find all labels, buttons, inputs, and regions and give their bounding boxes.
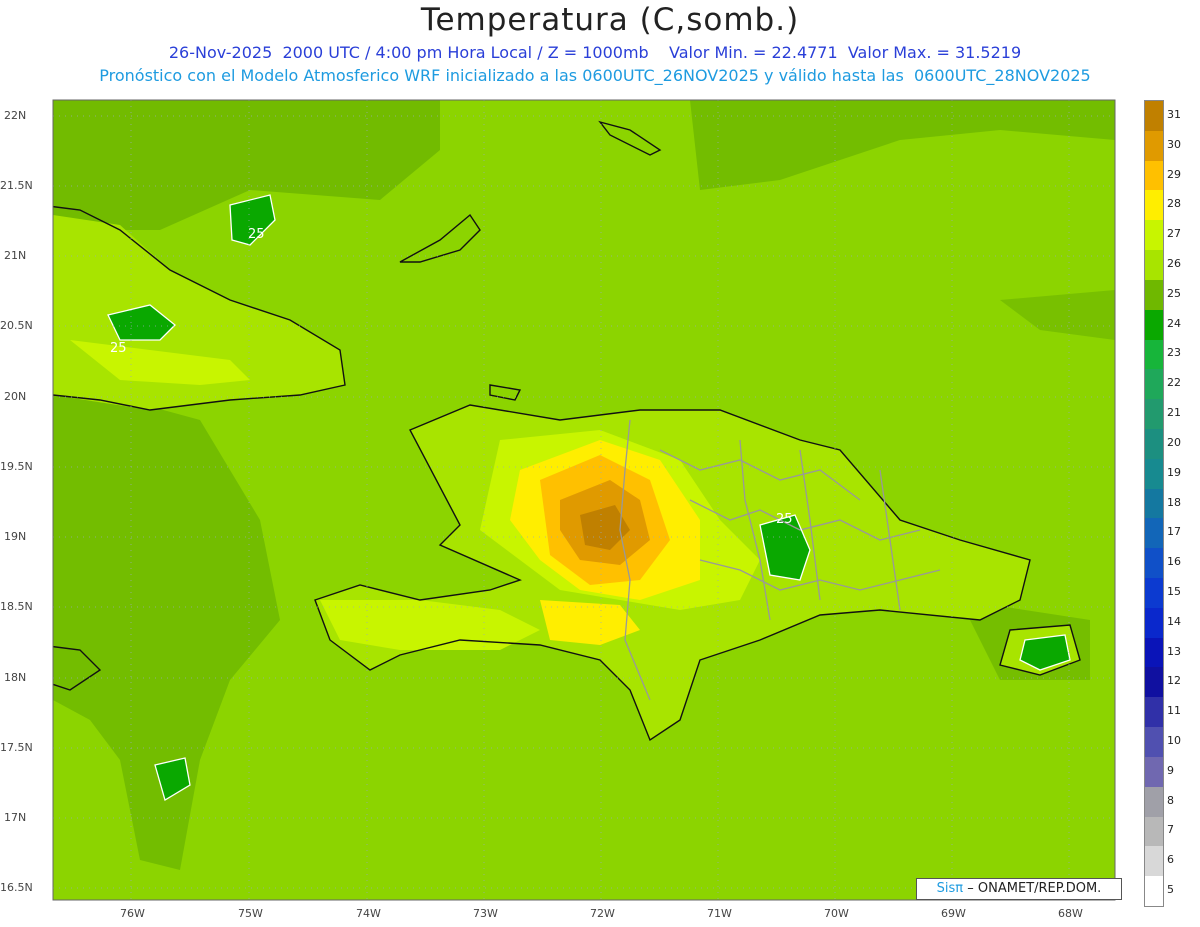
color-scale-segment bbox=[1145, 756, 1163, 788]
lat-label: 17N bbox=[4, 811, 27, 824]
color-scale-label: 13 bbox=[1167, 644, 1181, 658]
color-scale-label: 7 bbox=[1167, 823, 1174, 837]
color-scale-segment bbox=[1145, 250, 1163, 281]
color-scale-segment bbox=[1145, 309, 1163, 341]
color-scale-label: 24 bbox=[1167, 316, 1181, 330]
color-scale-label: 28 bbox=[1167, 197, 1181, 211]
lon-label: 71W bbox=[707, 907, 732, 920]
color-scale-label: 9 bbox=[1167, 763, 1174, 777]
color-scale-segment bbox=[1145, 279, 1163, 311]
lat-label: 18.5N bbox=[0, 600, 33, 613]
color-scale-label: 5 bbox=[1167, 883, 1174, 897]
color-scale-label: 16 bbox=[1167, 555, 1181, 569]
color-scale-segment bbox=[1145, 727, 1163, 758]
color-scale-segment bbox=[1145, 101, 1163, 132]
lon-label: 70W bbox=[824, 907, 849, 920]
lat-label: 20.5N bbox=[0, 319, 33, 332]
lon-label: 69W bbox=[941, 907, 966, 920]
color-scale-label: 31 bbox=[1167, 107, 1181, 121]
color-scale-segment bbox=[1145, 816, 1163, 847]
lat-label: 19.5N bbox=[0, 460, 33, 473]
lat-label: 19N bbox=[4, 530, 27, 543]
color-scale-segment bbox=[1145, 369, 1163, 400]
color-scale-label: 18 bbox=[1167, 495, 1181, 509]
temperature-map: 25 25 25 bbox=[52, 99, 1116, 901]
color-scale-label: 25 bbox=[1167, 286, 1181, 300]
lon-label: 72W bbox=[590, 907, 615, 920]
color-scale-segment bbox=[1145, 876, 1163, 907]
color-scale-label: 29 bbox=[1167, 167, 1181, 181]
color-scale-label: 19 bbox=[1167, 465, 1181, 479]
color-scale-label: 17 bbox=[1167, 525, 1181, 539]
lat-label: 21N bbox=[4, 249, 27, 262]
lat-label: 17.5N bbox=[0, 741, 33, 754]
lat-label: 16.5N bbox=[0, 881, 33, 894]
sispi-logo: Sisπ bbox=[936, 881, 964, 896]
color-scale-label: 30 bbox=[1167, 137, 1181, 151]
color-scale-bar bbox=[1144, 100, 1164, 907]
lat-label: 21.5N bbox=[0, 179, 33, 192]
color-scale-label: 21 bbox=[1167, 406, 1181, 420]
contour-label: 25 bbox=[110, 341, 127, 356]
color-scale-segment bbox=[1145, 488, 1163, 519]
color-scale-segment bbox=[1145, 518, 1163, 549]
color-scale-label: 8 bbox=[1167, 793, 1174, 807]
credit-box: Sisπ – ONAMET/REP.DOM. bbox=[916, 878, 1122, 900]
color-scale-segment bbox=[1145, 160, 1163, 191]
lat-label: 18N bbox=[4, 671, 27, 684]
color-scale-segment bbox=[1145, 399, 1163, 430]
color-scale-segment bbox=[1145, 667, 1163, 698]
color-scale-label: 6 bbox=[1167, 853, 1174, 867]
lon-label: 68W bbox=[1058, 907, 1083, 920]
color-scale-segment bbox=[1145, 339, 1163, 370]
lat-label: 20N bbox=[4, 390, 27, 403]
color-scale-segment bbox=[1145, 428, 1163, 460]
color-scale-label: 20 bbox=[1167, 435, 1181, 449]
color-scale-segment bbox=[1145, 697, 1163, 728]
color-scale-segment bbox=[1145, 578, 1163, 609]
contour-label: 25 bbox=[248, 227, 265, 242]
color-scale-segment bbox=[1145, 786, 1163, 818]
color-scale-label: 10 bbox=[1167, 734, 1181, 748]
lat-label: 22N bbox=[4, 109, 27, 122]
color-scale-segment bbox=[1145, 458, 1163, 490]
color-scale-label: 14 bbox=[1167, 614, 1181, 628]
credit-text: – ONAMET/REP.DOM. bbox=[967, 881, 1102, 896]
color-scale-label: 23 bbox=[1167, 346, 1181, 360]
color-scale-label: 27 bbox=[1167, 227, 1181, 241]
color-scale-segment bbox=[1145, 220, 1163, 251]
lon-label: 74W bbox=[356, 907, 381, 920]
color-scale-label: 11 bbox=[1167, 704, 1181, 718]
color-scale-segment bbox=[1145, 130, 1163, 162]
color-scale-label: 15 bbox=[1167, 584, 1181, 598]
contour-label: 25 bbox=[776, 512, 793, 527]
color-scale-label: 22 bbox=[1167, 376, 1181, 390]
color-scale-segment bbox=[1145, 190, 1163, 221]
color-scale-segment bbox=[1145, 637, 1163, 668]
color-scale-segment bbox=[1145, 548, 1163, 579]
lon-label: 76W bbox=[120, 907, 145, 920]
color-scale-label: 26 bbox=[1167, 256, 1181, 270]
lon-label: 73W bbox=[473, 907, 498, 920]
color-scale-segment bbox=[1145, 846, 1163, 877]
color-scale-label: 12 bbox=[1167, 674, 1181, 688]
lon-label: 75W bbox=[238, 907, 263, 920]
color-scale-segment bbox=[1145, 607, 1163, 639]
